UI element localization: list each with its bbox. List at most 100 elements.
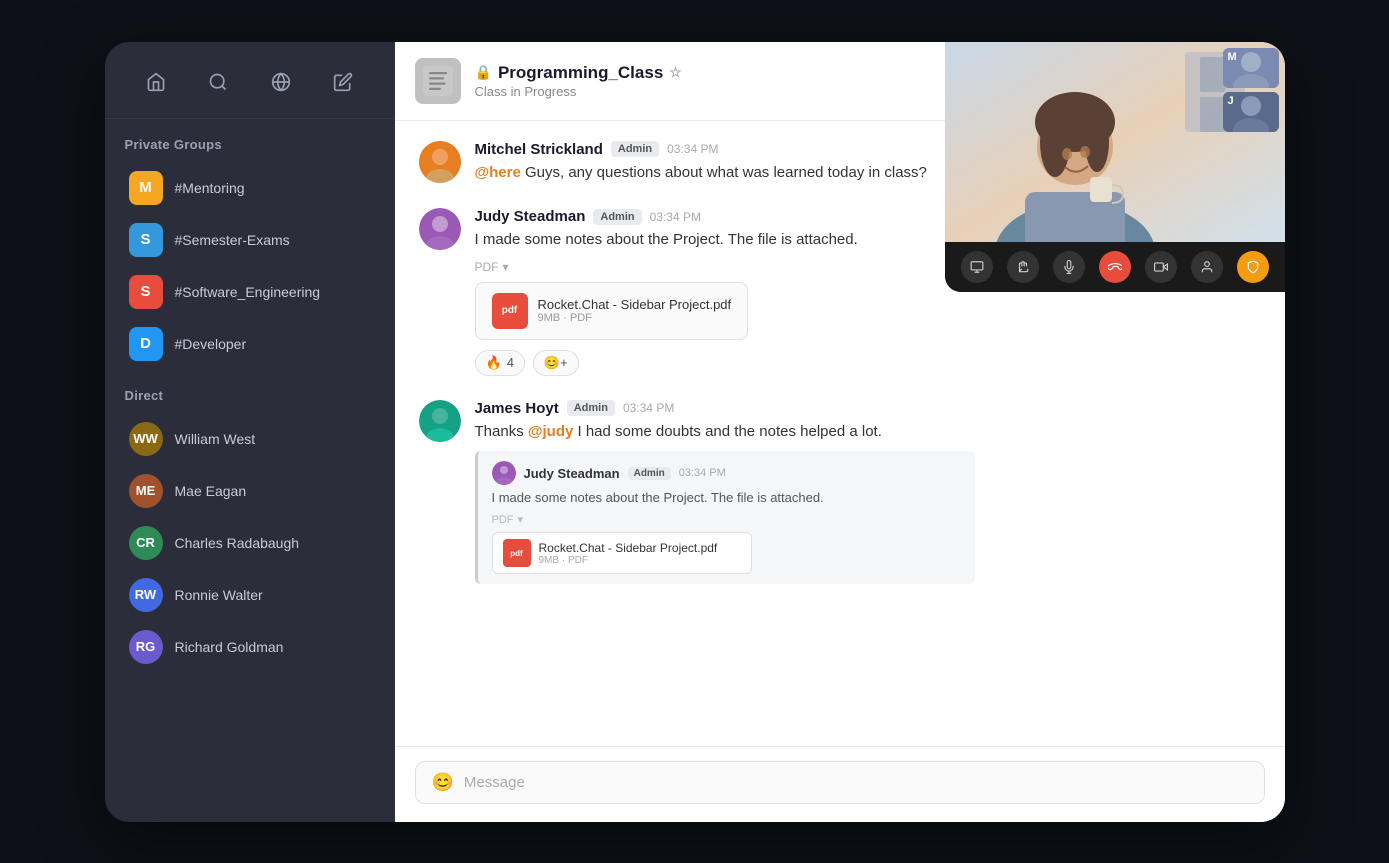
thumb-initial-m: M xyxy=(1228,51,1237,63)
home-icon[interactable] xyxy=(140,66,172,98)
avatar-mae: ME xyxy=(129,474,163,508)
pdf-attachment-judy[interactable]: pdf Rocket.Chat - Sidebar Project.pdf 9M… xyxy=(475,282,749,340)
avatar-ronnie: RW xyxy=(129,578,163,612)
video-thumb-m: M xyxy=(1223,48,1279,88)
quoted-message: Judy Steadman Admin 03:34 PM I made some… xyxy=(475,451,975,584)
vc-end-call-btn[interactable] xyxy=(1099,251,1131,283)
msg-text-normal: Guys, any questions about what was learn… xyxy=(525,164,927,181)
message-body-james: James Hoyt Admin 03:34 PM Thanks @judy I… xyxy=(475,400,1261,585)
msg-time-mitchel: 03:34 PM xyxy=(667,142,718,156)
msg-text-james: Thanks @judy I had some doubts and the n… xyxy=(475,421,1261,444)
lock-icon: 🔒 xyxy=(475,64,492,81)
quoted-text: I made some notes about the Project. The… xyxy=(492,489,961,507)
mention-judy: @judy xyxy=(528,423,573,440)
pdf-info: Rocket.Chat - Sidebar Project.pdf 9MB · … xyxy=(538,297,732,324)
direct-charles[interactable]: CR Charles Radabaugh xyxy=(113,518,387,568)
reaction-fire[interactable]: 🔥 4 xyxy=(475,350,525,376)
sidebar: Private Groups M #Mentoring ⋮ S #Semeste… xyxy=(105,42,395,822)
thumb-initial-j: J xyxy=(1228,95,1234,107)
channel-info: 🔒 Programming_Class ☆ Class in Progress xyxy=(475,63,682,99)
vc-shield-btn[interactable] xyxy=(1237,251,1269,283)
search-icon[interactable] xyxy=(202,66,234,98)
avatar-richard: RG xyxy=(129,630,163,664)
star-icon[interactable]: ☆ xyxy=(669,64,682,81)
quoted-pdf-name: Rocket.Chat - Sidebar Project.pdf xyxy=(539,541,718,555)
msg-text-rest: I had some doubts and the notes helped a… xyxy=(578,423,882,440)
channel-name-mentoring: #Mentoring xyxy=(175,180,355,196)
quoted-pdf-size: 9MB · PDF xyxy=(539,555,718,566)
direct-william[interactable]: WW William West xyxy=(113,414,387,464)
sidebar-top-icons xyxy=(105,42,395,119)
direct-name-william: William West xyxy=(175,431,256,447)
direct-mae[interactable]: ME Mae Eagan xyxy=(113,466,387,516)
avatar-mitchel xyxy=(419,141,461,183)
pdf-name: Rocket.Chat - Sidebar Project.pdf xyxy=(538,297,732,312)
video-overlay: M J xyxy=(945,42,1285,292)
video-main: M J xyxy=(945,42,1285,242)
avatar-william: WW xyxy=(129,422,163,456)
msg-badge-mitchel: Admin xyxy=(611,141,659,157)
quoted-pdf-info: Rocket.Chat - Sidebar Project.pdf 9MB · … xyxy=(539,541,718,566)
channel-badge-d: D xyxy=(129,327,163,361)
direct-ronnie[interactable]: RW Ronnie Walter xyxy=(113,570,387,620)
fire-emoji: 🔥 xyxy=(486,355,502,371)
channel-name-semester: #Semester-Exams xyxy=(175,232,355,248)
direct-title: Direct xyxy=(105,370,395,413)
reactions-row: 🔥 4 😊+ xyxy=(475,350,1261,376)
msg-text-thanks: Thanks xyxy=(475,423,528,440)
quoted-header: Judy Steadman Admin 03:34 PM xyxy=(492,461,961,485)
channel-name-developer: #Developer xyxy=(175,336,355,352)
message-input-box: 😊 xyxy=(415,761,1265,804)
video-controls xyxy=(945,242,1285,292)
direct-name-charles: Charles Radabaugh xyxy=(175,535,300,551)
message-header-james: James Hoyt Admin 03:34 PM xyxy=(475,400,1261,417)
msg-author-james: James Hoyt xyxy=(475,400,559,417)
direct-name-ronnie: Ronnie Walter xyxy=(175,587,263,603)
mention-here: @here xyxy=(475,164,521,181)
globe-icon[interactable] xyxy=(265,66,297,98)
edit-icon[interactable] xyxy=(327,66,359,98)
quoted-author-name: Judy Steadman xyxy=(524,466,620,481)
msg-time-james: 03:34 PM xyxy=(623,401,674,415)
channel-badge-s1: S xyxy=(129,223,163,257)
vc-mic-btn[interactable] xyxy=(1053,251,1085,283)
video-thumbnails: M J xyxy=(1223,48,1279,132)
add-reaction-icon: 😊+ xyxy=(544,355,568,371)
quoted-pdf-attachment[interactable]: pdf Rocket.Chat - Sidebar Project.pdf 9M… xyxy=(492,532,752,574)
vc-camera-btn[interactable] xyxy=(1145,251,1177,283)
channel-badge-s2: S xyxy=(129,275,163,309)
app-container: Private Groups M #Mentoring ⋮ S #Semeste… xyxy=(105,42,1285,822)
quoted-time: 03:34 PM xyxy=(679,467,726,479)
msg-author-mitchel: Mitchel Strickland xyxy=(475,141,603,158)
private-groups-title: Private Groups xyxy=(105,119,395,162)
msg-badge-james: Admin xyxy=(567,400,615,416)
channel-software[interactable]: S #Software_Engineering ⋮ xyxy=(113,267,387,317)
channel-status: Class in Progress xyxy=(475,84,682,99)
reaction-add[interactable]: 😊+ xyxy=(533,350,579,376)
avatar-judy xyxy=(419,208,461,250)
channel-developer[interactable]: D #Developer ⋮ xyxy=(113,319,387,369)
direct-richard[interactable]: RG Richard Goldman xyxy=(113,622,387,672)
emoji-button[interactable]: 😊 xyxy=(432,772,454,793)
channel-semester[interactable]: S #Semester-Exams ⋮ xyxy=(113,215,387,265)
pdf-icon: pdf xyxy=(492,293,528,329)
direct-name-richard: Richard Goldman xyxy=(175,639,284,655)
channel-mentoring[interactable]: M #Mentoring ⋮ xyxy=(113,163,387,213)
avatar-charles: CR xyxy=(129,526,163,560)
message-input-area: 😊 xyxy=(395,746,1285,822)
video-thumb-j: J xyxy=(1223,92,1279,132)
quoted-avatar xyxy=(492,461,516,485)
message-input[interactable] xyxy=(464,774,1248,791)
avatar-james xyxy=(419,400,461,442)
pdf-size: 9MB · PDF xyxy=(538,312,732,324)
vc-hand-btn[interactable] xyxy=(1007,251,1039,283)
channel-name-software: #Software_Engineering xyxy=(175,284,355,300)
msg-time-judy: 03:34 PM xyxy=(650,210,701,224)
vc-screen-btn[interactable] xyxy=(961,251,993,283)
direct-name-mae: Mae Eagan xyxy=(175,483,247,499)
reaction-count: 4 xyxy=(507,355,514,370)
main-chat-area: 🔒 Programming_Class ☆ Class in Progress xyxy=(395,42,1285,822)
quoted-pdf-icon: pdf xyxy=(503,539,531,567)
msg-badge-judy: Admin xyxy=(593,209,641,225)
vc-person-btn[interactable] xyxy=(1191,251,1223,283)
